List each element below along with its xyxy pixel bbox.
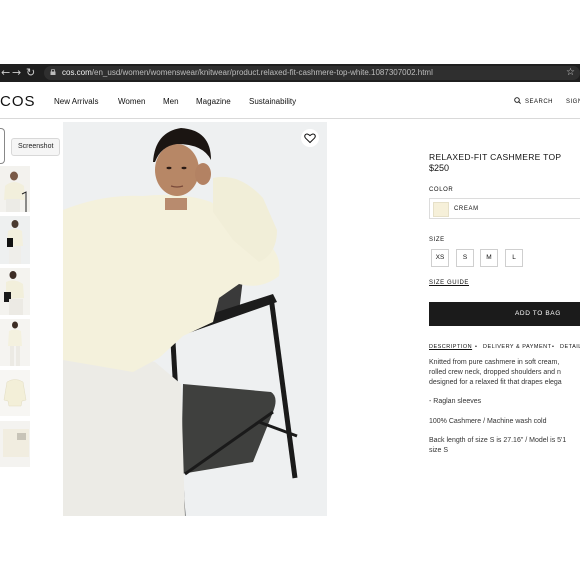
size-m-button[interactable]: M	[480, 249, 498, 267]
nav-sustainability[interactable]: Sustainability	[249, 97, 296, 107]
tab-description[interactable]: DESCRIPTION	[429, 343, 472, 351]
nav-magazine[interactable]: Magazine	[196, 97, 231, 107]
nav-women[interactable]: Women	[118, 97, 145, 107]
color-label: COLOR	[429, 187, 454, 193]
arrow-right-icon[interactable]: →	[12, 66, 21, 80]
tab-separator-1: •	[475, 344, 478, 350]
star-icon[interactable]: ☆	[566, 66, 575, 80]
thumbnail-selected-indicator	[0, 128, 5, 164]
lock-icon	[50, 69, 56, 75]
size-s-button[interactable]: S	[456, 249, 474, 267]
search-button[interactable]: SEARCH	[525, 98, 553, 106]
search-icon[interactable]	[514, 97, 521, 104]
add-to-bag-label: ADD TO BAG	[515, 310, 561, 317]
header-divider	[0, 118, 580, 119]
product-main-image[interactable]	[63, 122, 327, 516]
url-text[interactable]: cos.com/en_usd/women/womenswear/knitwear…	[62, 66, 433, 80]
size-guide-link[interactable]: SIZE GUIDE	[429, 279, 469, 287]
wishlist-heart-button[interactable]	[301, 129, 319, 147]
nav-men[interactable]: Men	[163, 97, 179, 107]
tab-details[interactable]: DETAIL	[560, 343, 580, 351]
thumbnail-5[interactable]	[0, 370, 30, 416]
description-line-3: designed for a relaxed fit that drapes e…	[429, 379, 562, 386]
size-xs-button[interactable]: XS	[431, 249, 449, 267]
description-line-1: Knitted from pure cashmere in soft cream…	[429, 359, 560, 366]
brand-logo[interactable]: COS	[0, 93, 36, 111]
reload-icon[interactable]: ↻	[26, 66, 35, 80]
fit-note-line-2: size S	[429, 447, 449, 454]
heart-icon	[304, 133, 316, 144]
arrow-left-icon[interactable]: ←	[1, 66, 10, 80]
tab-delivery-payment[interactable]: DELIVERY & PAYMENT	[483, 343, 552, 351]
product-price: $250	[429, 163, 450, 173]
size-label: SIZE	[429, 237, 445, 243]
thumbnail-1[interactable]	[0, 166, 30, 212]
thumbnail-4[interactable]	[0, 319, 30, 366]
thumbnail-3[interactable]	[0, 268, 30, 315]
url-path: /en_usd/women/womenswear/knitwear/produc…	[91, 68, 433, 77]
color-swatch-cream[interactable]	[433, 202, 449, 217]
color-value: CREAM	[454, 206, 479, 212]
description-line-2: rolled crew neck, dropped shoulders and …	[429, 369, 561, 376]
feature-raglan: - Raglan sleeves	[429, 398, 482, 405]
composition-text: 100% Cashmere / Machine wash cold	[429, 418, 547, 425]
fit-note-line-1: Back length of size S is 27.16" / Model …	[429, 437, 567, 444]
screenshot-tooltip: Screenshot	[11, 138, 61, 156]
thumbnail-6[interactable]	[0, 421, 30, 467]
url-domain: cos.com	[62, 68, 92, 77]
tab-separator-2: •	[552, 344, 555, 350]
size-l-button[interactable]: L	[505, 249, 523, 267]
sign-in-link[interactable]: SIGN	[566, 98, 580, 106]
color-selector[interactable]	[429, 198, 580, 219]
product-title: RELAXED-FIT CASHMERE TOP	[429, 152, 562, 162]
nav-new-arrivals[interactable]: New Arrivals	[54, 97, 98, 107]
thumbnail-2[interactable]	[0, 216, 30, 264]
